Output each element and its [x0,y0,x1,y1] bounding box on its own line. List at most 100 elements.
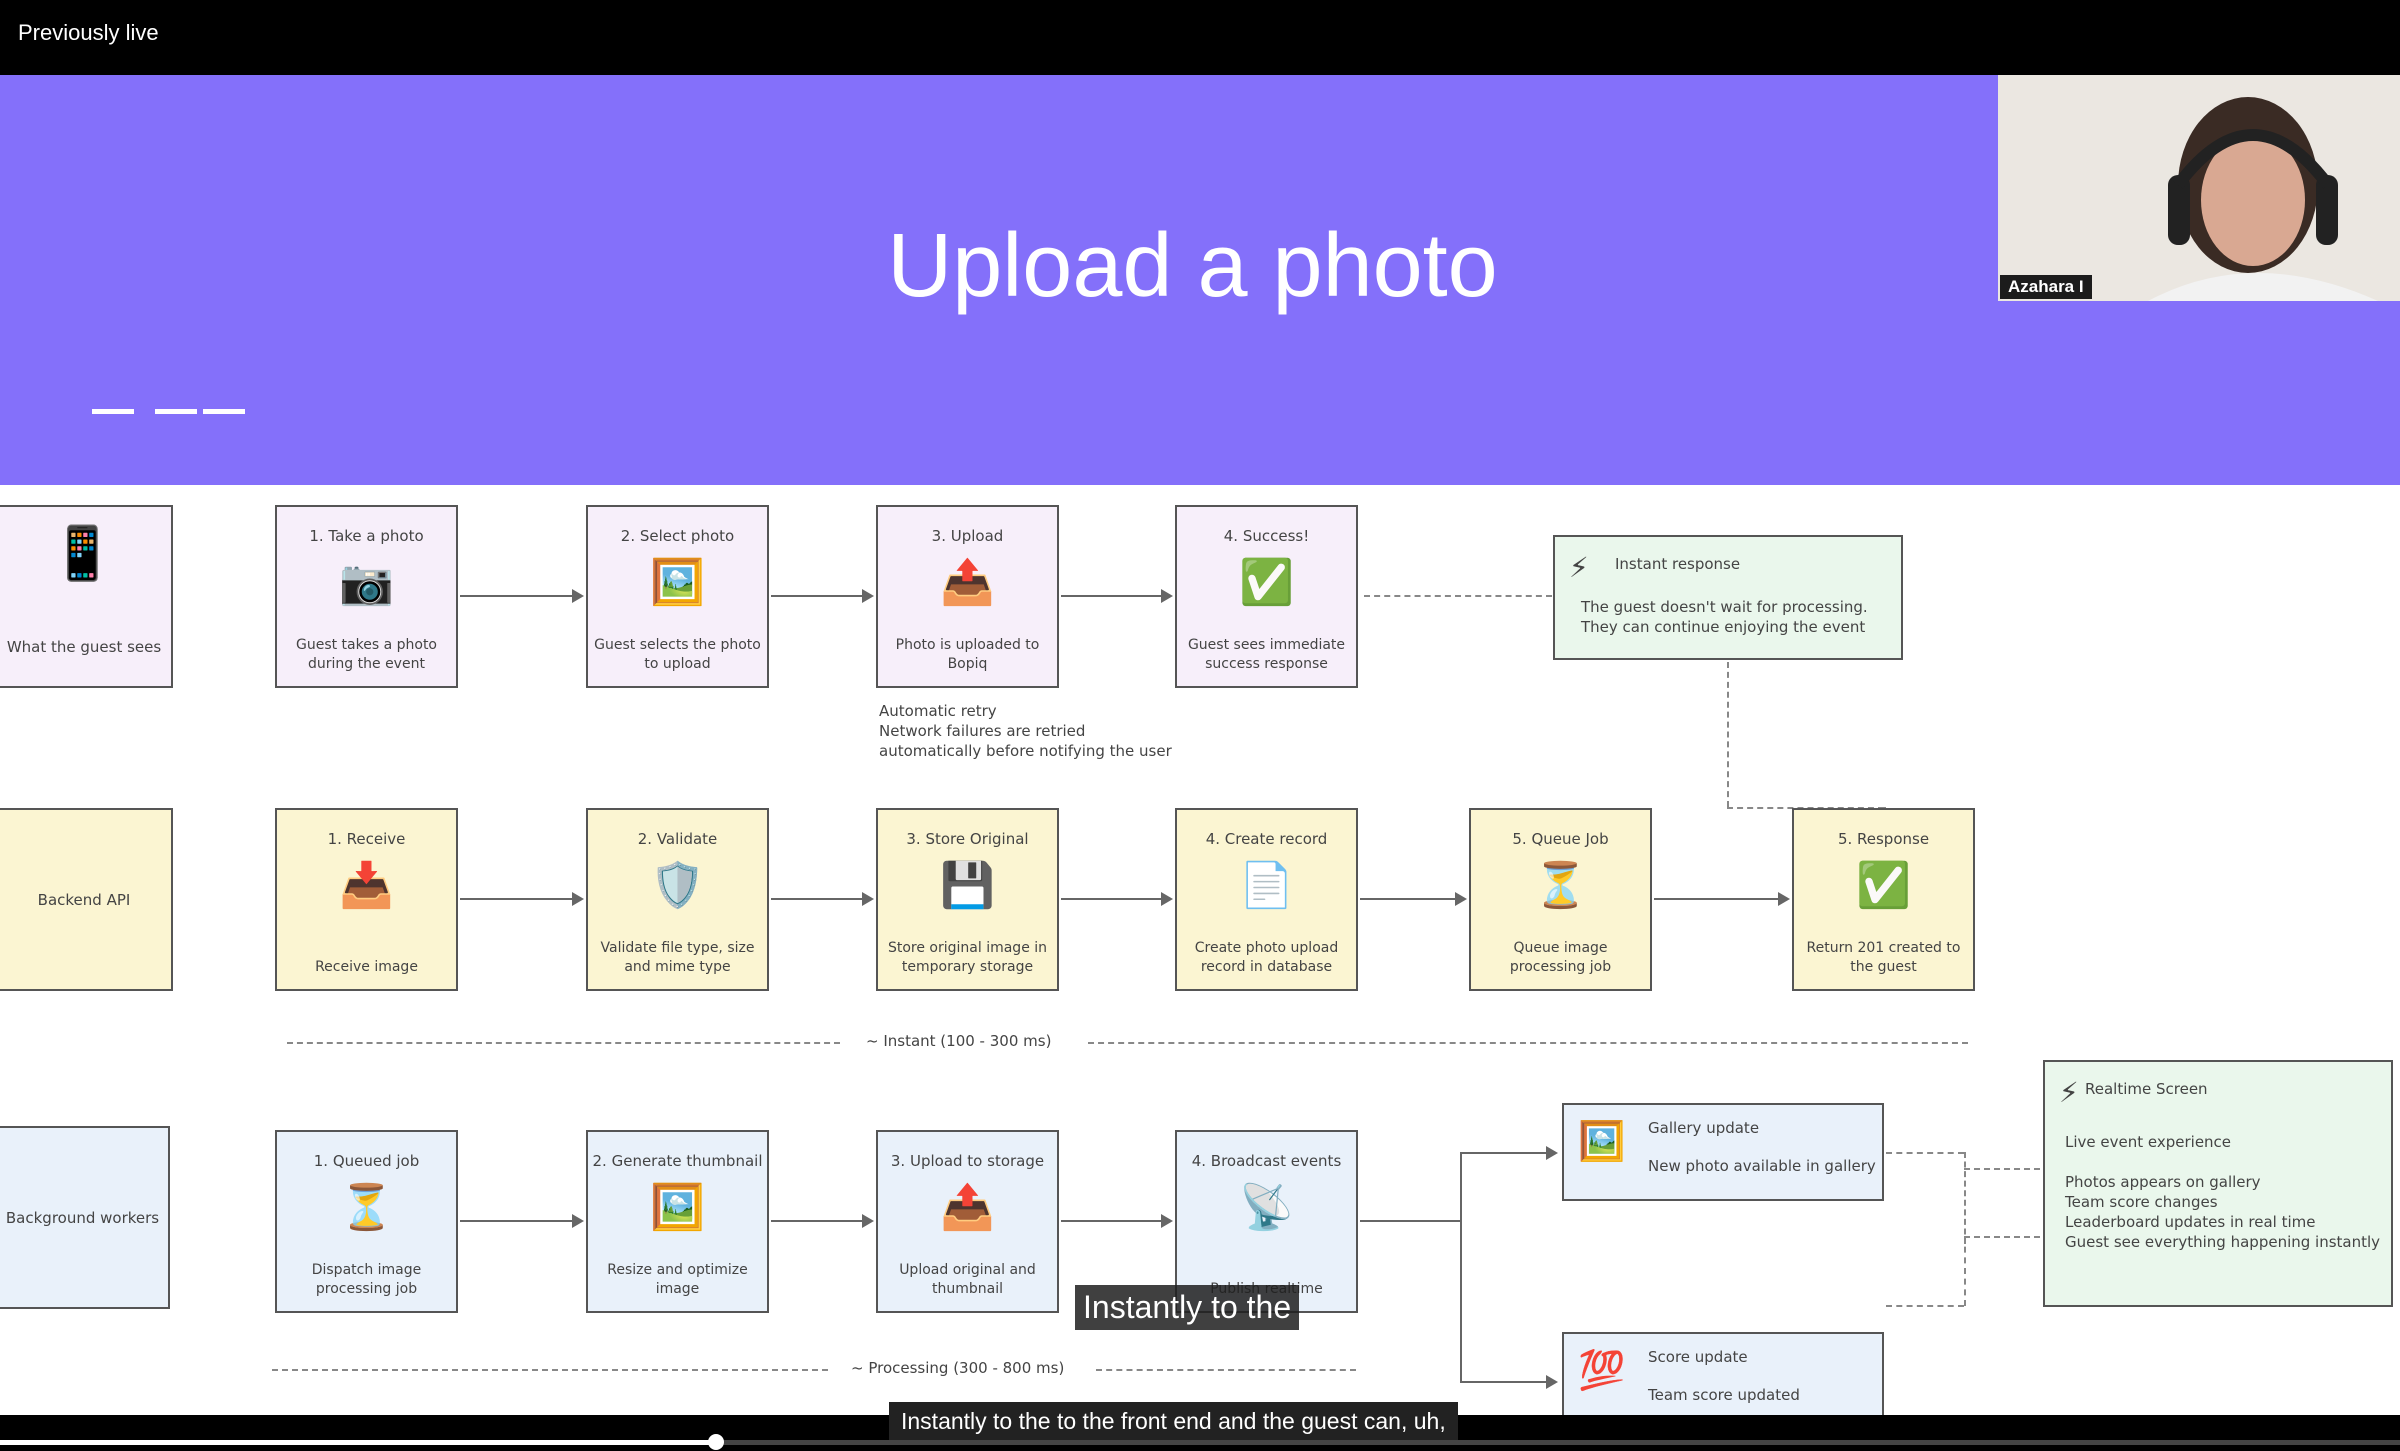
step-desc: Create photo upload record in database [1194,940,1339,975]
card-title: Instant response [1615,555,1741,573]
step-title: 4. Create record [1205,830,1328,848]
progress-handle[interactable] [708,1434,724,1450]
person-avatar [1998,75,2400,301]
card-title: Score update [1648,1348,1748,1366]
connector [1360,1220,1460,1222]
timing-line [287,1042,840,1044]
step-desc: Guest takes a photo during the event [295,637,437,672]
shield-icon: 🛡️ [650,860,705,911]
card-line [2065,1152,2380,1172]
step-title: 2. Validate [637,830,718,848]
hourglass-icon: ⏳ [339,1182,394,1233]
instant-timing-label: ~ Instant (100 - 300 ms) [866,1032,1052,1050]
step-desc: Receive image [315,959,418,975]
row-label-text: Background workers [5,1208,160,1227]
card-desc: Team score updated [1648,1386,1800,1404]
card-desc-line: The guest doesn't wait for processing. [1581,598,1868,616]
dashed-connector [1964,1236,2040,1238]
progress-fill [0,1440,716,1445]
step-desc: Guest selects the photo to upload [594,637,761,672]
lightning-icon: ⚡ [2059,1076,2079,1109]
card-line: Guest see everything happening instantly [2065,1233,2381,1251]
backend-step-3: 3. Store Original 💾 Store original image… [876,808,1059,991]
retry-note-line: Network failures are retried [879,722,1086,740]
dashed-connector [1886,1305,1964,1307]
dashed-connector [1886,1152,1964,1154]
arrow [460,589,584,603]
row-label-text: Backend API [37,890,131,909]
step-title: 2. Select photo [620,527,735,545]
phone-icon: 📱 [50,525,115,583]
step-title: 5. Response [1837,830,1930,848]
picture-icon: 🖼️ [1578,1119,1626,1163]
arrow [1061,1214,1173,1228]
arrow [1061,892,1173,906]
worker-step-3: 3. Upload to storage 📤 Upload original a… [876,1130,1059,1313]
step-title: 1. Queued job [313,1152,420,1170]
score-update-card: 💯 Score update Team score updated [1562,1332,1884,1415]
camera-icon: 📷 [339,557,394,608]
gallery-update-card: 🖼️ Gallery update New photo available in… [1562,1103,1884,1201]
arrow [771,892,874,906]
worker-step-2: 2. Generate thumbnail 🖼️ Resize and opti… [586,1130,769,1313]
arrow [460,1214,584,1228]
satellite-icon: 📡 [1239,1182,1294,1233]
title-dash [92,409,134,414]
worker-step-1: 1. Queued job ⏳ Dispatch image processin… [275,1130,458,1313]
dashed-connector [1727,662,1729,807]
step-title: 4. Broadcast events [1191,1152,1342,1170]
step-desc: Guest sees immediate success response [1187,637,1346,672]
backend-step-4: 4. Create record 📄 Create photo upload r… [1175,808,1358,991]
processing-timing-label: ~ Processing (300 - 800 ms) [851,1359,1065,1377]
card-desc-line: They can continue enjoying the event [1581,618,1866,636]
step-title: 1. Receive [327,830,406,848]
retry-note-line: Automatic retry [879,702,997,720]
step-title: 2. Generate thumbnail [592,1152,763,1170]
webcam-feed: Azahara I [1998,75,2400,301]
previously-live-label: Previously live [18,20,159,45]
arrow [771,1214,874,1228]
row-label-text: What the guest sees [6,638,162,656]
arrow [460,892,584,906]
dashed-connector [1964,1168,2040,1170]
guest-step-4: 4. Success! ✅ Guest sees immediate succe… [1175,505,1358,688]
arrow [1460,1375,1558,1389]
card-line: Leaderboard updates in real time [2065,1213,2316,1231]
inline-caption: Instantly to the [1075,1285,1300,1330]
document-icon: 📄 [1239,860,1294,911]
dashed-connector [1964,1152,1966,1244]
check-icon: ✅ [1239,557,1294,608]
step-desc: Upload original and thumbnail [899,1262,1036,1297]
dashed-connector [1964,1236,1966,1306]
step-desc: Return 201 created to the guest [1806,940,1961,975]
timing-line [272,1369,828,1371]
upload-icon: 📤 [940,557,995,608]
step-title: 3. Store Original [906,830,1029,848]
retry-note-line: automatically before notifying the user [879,742,1172,760]
card-line: Team score changes [2065,1193,2218,1211]
dashed-connector [1364,595,1552,597]
floppy-disk-icon: 💾 [940,860,995,911]
step-title: 1. Take a photo [309,527,424,545]
inbox-icon: 📥 [339,860,394,911]
step-desc: Resize and optimize image [607,1262,748,1297]
hourglass-icon: ⏳ [1533,860,1588,911]
connector [1460,1152,1462,1382]
arrow [1654,892,1790,906]
arrow [1460,1146,1558,1160]
title-dash [203,409,245,414]
step-desc: Validate file type, size and mime type [600,940,755,975]
arrow [771,589,874,603]
step-title: 3. Upload [931,527,1004,545]
card-desc: New photo available in gallery [1648,1157,1876,1175]
hundred-points-icon: 💯 [1578,1348,1626,1392]
backend-step-1: 1. Receive 📥 Receive image [275,808,458,991]
step-desc: Photo is uploaded to Bopiq [895,637,1040,672]
arrow [1360,892,1467,906]
row-label-backend: Backend API [0,808,173,991]
participant-name: Azahara I [2000,275,2092,299]
guest-step-3: 3. Upload 📤 Photo is uploaded to Bopiq [876,505,1059,688]
guest-step-2: 2. Select photo 🖼️ Guest selects the pho… [586,505,769,688]
card-line: Photos appears on gallery [2065,1173,2261,1191]
instant-response-card: ⚡ Instant response The guest doesn't wai… [1553,535,1903,660]
